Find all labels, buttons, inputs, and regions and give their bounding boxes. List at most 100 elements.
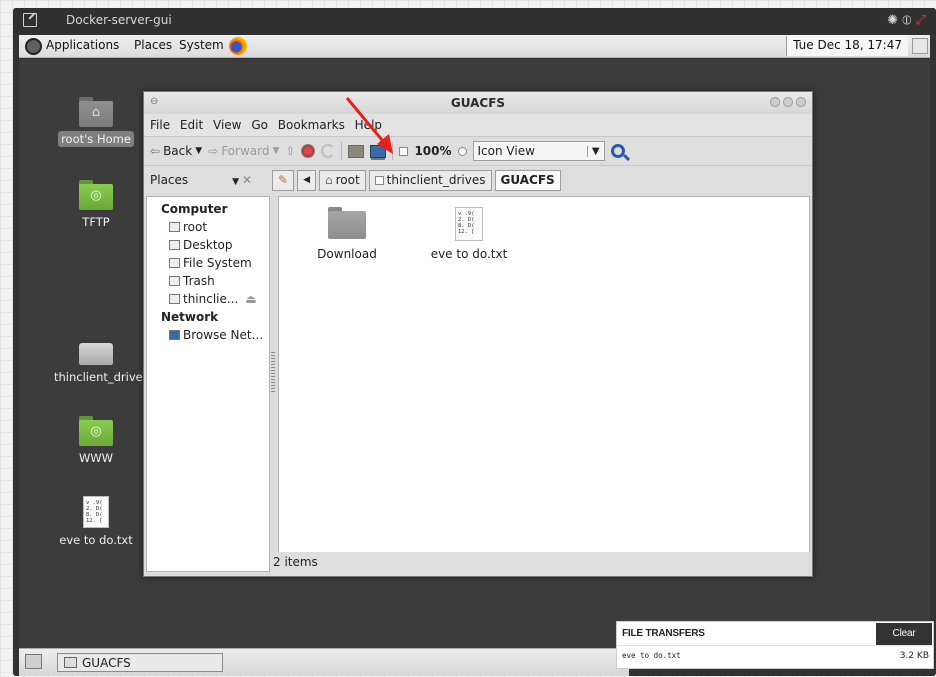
sidebar-item-thinclient[interactable]: thinclie... ⏏ [169, 292, 269, 306]
breadcrumb-scroll-left[interactable]: ◀ [297, 169, 316, 191]
sidebar-item-label: Desktop [183, 238, 233, 252]
sidebar-item-file-system[interactable]: File System [169, 256, 269, 270]
sidebar-item-label: File System [183, 256, 252, 270]
zoom-in-button[interactable] [457, 146, 467, 156]
menu-help[interactable]: Help [355, 118, 382, 132]
mint-logo-icon[interactable] [25, 38, 42, 55]
sidebar-item-label: Browse Net... [183, 328, 264, 342]
pencil-icon: ✎ [278, 173, 289, 187]
zoom-out-button[interactable] [399, 146, 409, 156]
power-icon[interactable] [912, 38, 928, 54]
file-manager-title: GUACFS [450, 96, 506, 110]
sidebar-header: Places ▼ ✕ [150, 173, 262, 187]
firefox-icon[interactable] [229, 37, 247, 55]
places-dropdown[interactable]: ▼ ✕ [232, 173, 252, 187]
breadcrumb-label: thinclient_drives [386, 173, 486, 187]
search-icon[interactable] [610, 144, 625, 158]
panel-clock[interactable]: Tue Dec 18, 17:47 [786, 36, 908, 56]
view-mode-select[interactable]: Icon View ▼ [472, 141, 605, 161]
file-icon-view[interactable]: Download v .9(2. D(8. D(12. [ eve to do.… [278, 196, 810, 572]
folder-icon [328, 207, 366, 239]
chevron-down-icon: ▼ [586, 145, 600, 157]
breadcrumb-thinclient-drives[interactable]: thinclient_drives [368, 169, 492, 191]
desktop-icon-thinclient-drives[interactable]: thinclient_drives [51, 337, 149, 385]
forward-label: Forward [221, 144, 270, 158]
location-bar: Places ▼ ✕ ✎ ◀ ⌂ root thinclient_drives G… [144, 166, 812, 194]
top-panel: Applications Places System Tue Dec 18, 1… [19, 35, 930, 58]
home-folder-icon [169, 222, 180, 232]
system-menu[interactable]: System [179, 38, 224, 52]
up-button[interactable]: ⇧ [285, 144, 295, 158]
edit-location-button[interactable]: ✎ [272, 169, 295, 191]
file-item-eve-to-do[interactable]: v .9(2. D(8. D(12. [ eve to do.txt [424, 207, 514, 261]
transfer-file-name: eve to do.txt [622, 651, 681, 660]
remote-window-titlebar: Docker-server-gui ✺⦶⤢ [13, 8, 936, 34]
breadcrumb-root[interactable]: ⌂ root [318, 169, 366, 191]
breadcrumb-label: root [335, 173, 360, 187]
eject-icon[interactable]: ⏏ [245, 292, 256, 306]
status-bar: 2 items [270, 552, 810, 574]
computer-icon[interactable] [370, 144, 387, 158]
file-item-download[interactable]: Download [302, 207, 392, 261]
text-file-icon: v .9(2. D(8. D(12. [ [455, 207, 483, 241]
network-folder-icon: ◎ [79, 416, 113, 446]
clear-button[interactable]: Clear [876, 622, 932, 645]
zoom-out-icon [399, 146, 409, 156]
desktop-icon-label: thinclient_drives [54, 370, 149, 384]
menu-edit[interactable]: Edit [180, 118, 203, 132]
desktop-icon-tftp[interactable]: ◎ TFTP [51, 180, 141, 230]
zoom-level: 100% [414, 144, 452, 158]
breadcrumb-label: GUACFS [500, 173, 555, 187]
menu-bookmarks[interactable]: Bookmarks [278, 118, 345, 132]
back-button[interactable]: ⇦ Back ▼ [150, 144, 202, 158]
desktop-icon-home[interactable]: ⌂ root's Home [51, 97, 141, 147]
back-arrow-icon: ⇦ [150, 144, 161, 158]
sidebar-section-computer: Computer [161, 202, 228, 216]
drive-icon [374, 175, 384, 185]
desktop-folder-icon [169, 240, 180, 250]
external-window-icon[interactable] [23, 13, 37, 27]
trash-icon [169, 276, 180, 286]
drive-icon [169, 258, 180, 268]
network-folder-icon: ◎ [79, 180, 113, 210]
close-button[interactable] [796, 97, 806, 107]
places-label: Places [150, 173, 189, 187]
desktop-icon-www[interactable]: ◎ WWW [51, 416, 141, 466]
view-mode-value: Icon View [477, 144, 535, 158]
home-icon[interactable] [348, 144, 365, 158]
sidebar-item-label: root [183, 220, 208, 234]
maximize-button[interactable] [783, 97, 793, 107]
taskbar-item-guacfs[interactable]: GUACFS [57, 653, 223, 672]
sidebar-item-root[interactable]: root [169, 220, 269, 234]
sidebar-resize-handle[interactable] [271, 352, 275, 392]
stop-icon[interactable] [301, 144, 316, 158]
places-sidebar: Computer root Desktop File System Trash … [146, 196, 270, 572]
desktop-icon-eve-to-do[interactable]: v .9(2. D(8. D(12. [ eve to do.txt [51, 496, 141, 548]
text-file-icon: v .9(2. D(8. D(12. [ [83, 496, 109, 528]
sidebar-item-trash[interactable]: Trash [169, 274, 269, 288]
breadcrumb-guacfs[interactable]: GUACFS [494, 169, 561, 191]
window-menu-icon[interactable]: ⊖ [150, 96, 158, 107]
desktop-icon-label: WWW [78, 451, 114, 465]
places-menu[interactable]: Places [134, 38, 172, 52]
minimize-button[interactable] [770, 97, 780, 107]
sidebar-item-browse-network[interactable]: Browse Net... [169, 328, 269, 342]
file-manager-titlebar[interactable]: ⊖ GUACFS [144, 92, 812, 114]
sidebar-item-label: Trash [183, 274, 215, 288]
sidebar-item-desktop[interactable]: Desktop [169, 238, 269, 252]
desktop-icon-label: root's Home [58, 131, 134, 147]
toolbar: ⇦ Back ▼ ⇨ Forward ▼ ⇧ 100% Icon View ▼ [144, 136, 812, 166]
file-item-label: Download [317, 247, 377, 261]
chevron-down-icon: ▼ [272, 146, 280, 156]
file-transfers-header: FILE TRANSFERS Clear [617, 622, 933, 646]
menubar: File Edit View Go Bookmarks Help [144, 114, 812, 136]
forward-arrow-icon: ⇨ [208, 144, 219, 158]
reload-icon[interactable] [321, 144, 336, 158]
menu-file[interactable]: File [150, 118, 170, 132]
forward-button[interactable]: ⇨ Forward ▼ [208, 144, 279, 158]
menu-view[interactable]: View [213, 118, 241, 132]
menu-go[interactable]: Go [251, 118, 268, 132]
toolbar-separator [341, 142, 343, 160]
applications-menu[interactable]: Applications [46, 38, 119, 52]
show-desktop-icon[interactable] [25, 654, 42, 669]
